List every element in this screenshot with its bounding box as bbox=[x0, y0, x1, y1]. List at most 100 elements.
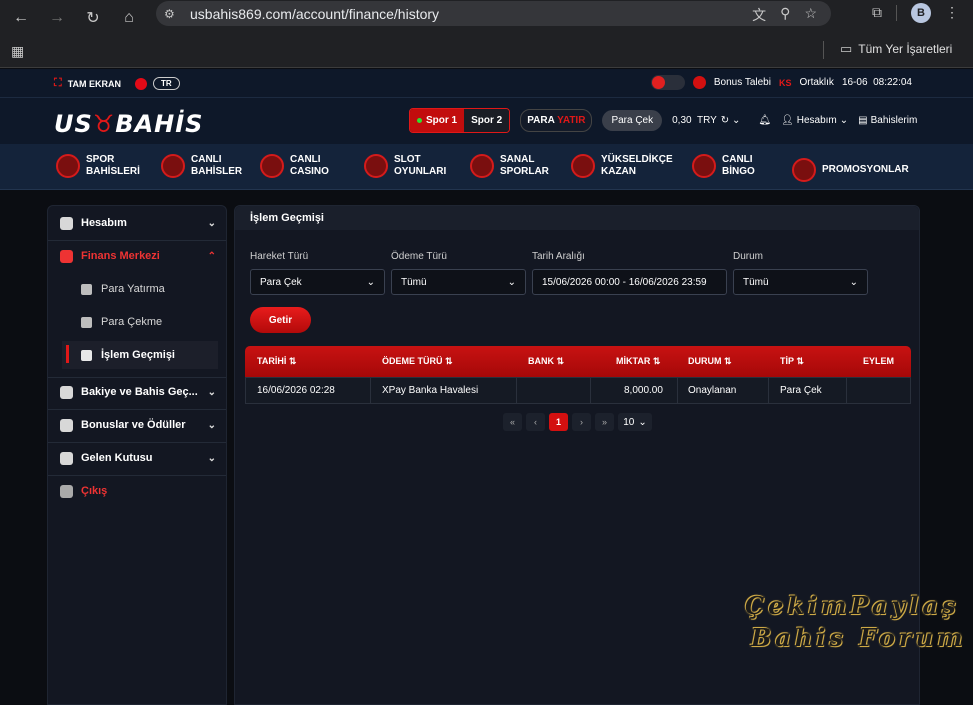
sidebar-subitem-history[interactable]: İşlem Geçmişi bbox=[62, 341, 218, 369]
page-button[interactable]: 1 bbox=[549, 413, 568, 431]
sport2-tab[interactable]: Spor 2 bbox=[464, 109, 510, 132]
nav-label: BAHİSLER bbox=[191, 166, 243, 177]
language-selector[interactable]: TR bbox=[153, 77, 180, 90]
status-filter-value: Tümü bbox=[743, 276, 769, 288]
nav-slots[interactable]: SLOT OYUNLARI bbox=[364, 154, 446, 178]
live-icon bbox=[161, 154, 185, 178]
apps-grid-icon[interactable]: ▦ bbox=[11, 43, 24, 60]
zoom-icon[interactable]: ⚲ bbox=[780, 5, 790, 25]
address-bar[interactable]: ⚙ usbahis869.com/account/finance/history… bbox=[156, 1, 831, 26]
withdraw-button[interactable]: Para Çek bbox=[602, 110, 663, 131]
type-filter-select[interactable]: Para Çek ⌄ bbox=[250, 269, 385, 295]
cell-divider bbox=[370, 378, 371, 403]
notification-bell-icon[interactable]: 🔔︎ bbox=[758, 115, 771, 126]
sidebar-item-bonuses[interactable]: Bonuslar ve Ödüller ⌄ bbox=[48, 410, 226, 440]
site-settings-icon[interactable]: ⚙ bbox=[164, 7, 182, 21]
bonus-icon bbox=[692, 76, 706, 89]
profile-avatar[interactable]: B bbox=[911, 2, 931, 23]
payment-filter-select[interactable]: Tümü ⌄ bbox=[391, 269, 526, 295]
fetch-button[interactable]: Getir bbox=[250, 307, 311, 333]
nav-label: SPORLAR bbox=[500, 166, 549, 177]
site-header: US♉BAHİS Spor 1 Spor 2 PARA YATIR Para Ç… bbox=[0, 98, 973, 144]
all-bookmarks-folder[interactable]: ▭ Tüm Yer İşaretleri bbox=[840, 41, 952, 57]
th-payment-type[interactable]: ÖDEME TÜRÜ ⇅ bbox=[382, 356, 453, 367]
status-filter-label: Durum bbox=[733, 251, 764, 262]
sidebar-item-label: Para Yatırma bbox=[101, 283, 165, 295]
sidebar-item-label: Hesabım bbox=[81, 217, 127, 229]
nav-live-bets[interactable]: CANLI BAHİSLER bbox=[161, 154, 242, 178]
nav-promotions[interactable]: PROMOSYONLAR bbox=[792, 158, 909, 182]
home-icon[interactable]: ⌂ bbox=[115, 6, 143, 30]
nav-label: SANAL bbox=[500, 154, 535, 165]
refresh-balance-icon[interactable]: ↻ ⌄ bbox=[721, 115, 741, 126]
transactions-table: TARİHİ ⇅ ÖDEME TÜRÜ ⇅ BANK ⇅ MİKTAR ⇅ DU… bbox=[245, 346, 911, 404]
next-page-icon[interactable]: › bbox=[572, 413, 591, 431]
nav-sports[interactable]: SPOR BAHİSLERİ bbox=[56, 154, 140, 178]
partner-icon: KS bbox=[778, 77, 792, 88]
bookmark-star-icon[interactable]: ☆ bbox=[804, 5, 817, 25]
last-page-icon[interactable]: » bbox=[595, 413, 614, 431]
site-topbar: ⛶ TAM EKRAN TR Bonus Talebi KS Ortaklık … bbox=[0, 69, 973, 98]
date-range-label: Tarih Aralığı bbox=[532, 251, 585, 262]
watermark-line2: Bahis Forum bbox=[751, 623, 967, 652]
site-logo[interactable]: US♉BAHİS bbox=[54, 110, 203, 138]
deposit-icon bbox=[81, 283, 92, 295]
gamepad-icon bbox=[470, 154, 494, 178]
sidebar-item-balance-history[interactable]: Bakiye ve Bahis Geç... ⌄ bbox=[48, 377, 226, 407]
bonus-request-link[interactable]: Bonus Talebi bbox=[714, 77, 771, 88]
sidebar-subitem-deposit[interactable]: Para Yatırma bbox=[48, 275, 226, 303]
sidebar-item-account[interactable]: Hesabım ⌄ bbox=[48, 208, 226, 238]
th-amount[interactable]: MİKTAR ⇅ bbox=[616, 356, 660, 367]
forward-icon[interactable]: → bbox=[43, 6, 71, 30]
sport1-tab[interactable]: Spor 1 bbox=[410, 109, 465, 132]
nav-crash[interactable]: YÜKSELDİKÇE KAZAN bbox=[571, 154, 673, 178]
sort-icon: ⇅ bbox=[652, 356, 661, 366]
sidebar-subitem-withdraw[interactable]: Para Çekme bbox=[48, 308, 226, 336]
fullscreen-icon[interactable]: ⛶ bbox=[54, 77, 62, 90]
chevron-down-icon: ⌄ bbox=[638, 416, 647, 428]
my-bets-link[interactable]: ▤ Bahislerim bbox=[858, 115, 917, 126]
chevron-down-icon: ⌄ bbox=[207, 452, 216, 464]
nav-virtual-sports[interactable]: SANAL SPORLAR bbox=[470, 154, 549, 178]
th-type[interactable]: TİP ⇅ bbox=[780, 356, 804, 367]
logo-text-bahis: BAHİS bbox=[115, 110, 204, 138]
th-status[interactable]: DURUM ⇅ bbox=[688, 356, 732, 367]
nav-live-bingo[interactable]: CANLI BİNGO bbox=[692, 154, 755, 178]
account-menu[interactable]: 👤︎ Hesabım ⌄ bbox=[781, 115, 848, 126]
status-filter-select[interactable]: Tümü ⌄ bbox=[733, 269, 868, 295]
nav-label: PROMOSYONLAR bbox=[822, 164, 909, 175]
sidebar-item-inbox[interactable]: Gelen Kutusu ⌄ bbox=[48, 443, 226, 473]
deposit-label-a: PARA bbox=[527, 115, 555, 126]
chevron-down-icon: ⌄ bbox=[366, 276, 375, 288]
sort-icon: ⇅ bbox=[288, 356, 297, 366]
reload-icon[interactable]: ↻ bbox=[79, 6, 107, 30]
extensions-icon[interactable]: ⧉ bbox=[872, 4, 882, 21]
history-icon bbox=[81, 349, 92, 361]
turkey-flag-icon[interactable] bbox=[135, 77, 148, 90]
theme-toggle[interactable] bbox=[650, 75, 685, 90]
nav-live-casino[interactable]: CANLI CASINO bbox=[260, 154, 329, 178]
toolbar-divider bbox=[896, 4, 897, 21]
nav-label: SLOT bbox=[394, 154, 421, 165]
menu-dots-icon[interactable]: ⋮ bbox=[945, 4, 959, 21]
sidebar-item-finance[interactable]: Finans Merkezi ⌃ bbox=[48, 241, 226, 271]
wallet-icon bbox=[60, 385, 73, 399]
th-label: ÖDEME TÜRÜ bbox=[382, 356, 443, 366]
cell-divider bbox=[590, 378, 591, 403]
first-page-icon[interactable]: « bbox=[503, 413, 522, 431]
partner-link[interactable]: Ortaklık bbox=[799, 77, 833, 88]
url-text[interactable]: usbahis869.com/account/finance/history bbox=[190, 6, 439, 22]
back-icon[interactable]: ← bbox=[7, 6, 35, 30]
fullscreen-label[interactable]: TAM EKRAN bbox=[68, 79, 121, 89]
cell-divider bbox=[768, 378, 769, 403]
sidebar-item-logout[interactable]: Çıkış bbox=[48, 476, 226, 506]
prev-page-icon[interactable]: ‹ bbox=[526, 413, 545, 431]
th-bank[interactable]: BANK ⇅ bbox=[528, 356, 564, 367]
translate-icon[interactable]: 文 bbox=[752, 5, 766, 25]
nav-label: SPOR bbox=[86, 154, 115, 165]
nav-label: BAHİSLERİ bbox=[86, 166, 140, 177]
deposit-button[interactable]: PARA YATIR bbox=[520, 109, 593, 132]
date-range-input[interactable]: 15/06/2026 00:00 - 16/06/2026 23:59 bbox=[532, 269, 727, 295]
th-date[interactable]: TARİHİ ⇅ bbox=[257, 356, 296, 367]
page-size-select[interactable]: 10 ⌄ bbox=[618, 413, 652, 431]
